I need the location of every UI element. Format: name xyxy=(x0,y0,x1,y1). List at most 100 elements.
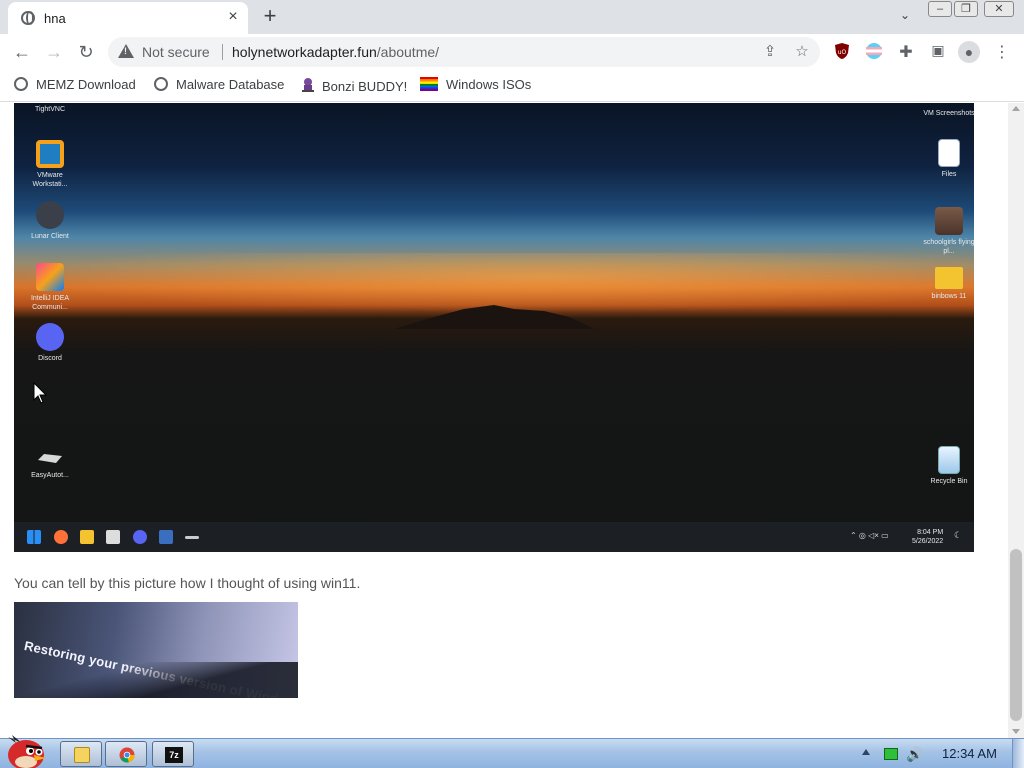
url-text[interactable]: holynetworkadapter.fun/aboutme/ xyxy=(232,44,439,60)
profile-avatar-icon[interactable]: ● xyxy=(958,41,980,63)
show-desktop-button[interactable] xyxy=(1012,739,1024,768)
back-button[interactable]: ← xyxy=(10,40,34,64)
win11-taskbar: ⌃ ◎ ◁× ▭ 8:04 PM 5/26/2022 ☾ xyxy=(14,522,974,552)
network-icon[interactable] xyxy=(884,748,898,760)
extensions-puzzle-icon[interactable]: ✚ xyxy=(896,42,916,62)
scroll-thumb[interactable] xyxy=(1010,549,1022,721)
taskbar-7zip-button[interactable]: 7z xyxy=(152,741,194,767)
page-caption: You can tell by this picture how I thoug… xyxy=(14,575,361,591)
bookmark-label: Windows ISOs xyxy=(446,77,532,92)
recycle-bin-icon xyxy=(938,446,960,474)
scroll-up-arrow[interactable] xyxy=(1012,106,1020,111)
url-path: /aboutme/ xyxy=(376,44,440,60)
globe-icon xyxy=(154,77,168,91)
minimize-button[interactable]: – xyxy=(928,1,952,17)
keyboard-icon xyxy=(185,536,199,539)
desktop-icon-easyautotune: EasyAutot... xyxy=(20,446,80,480)
desktop-icon-label: EasyAutot... xyxy=(31,472,69,479)
desktop-icon-label: Recycle Bin xyxy=(930,478,968,485)
desktop-icon-recycle-bin: Recycle Bin xyxy=(919,446,979,486)
desktop-icon-label: binbows 11 xyxy=(931,293,967,300)
address-bar[interactable]: Not secure holynetworkadapter.fun/aboutm… xyxy=(108,37,820,67)
firefox-icon xyxy=(54,530,68,544)
moon-icon: ☾ xyxy=(954,530,963,540)
tab-close-button[interactable]: × xyxy=(223,7,243,27)
chrome-icon xyxy=(119,747,135,763)
bookmark-label: Malware Database xyxy=(176,77,285,92)
tab-search-button[interactable]: ⌄ xyxy=(895,8,915,28)
bookmark-label: Bonzi BUDDY! xyxy=(322,79,408,94)
globe-icon xyxy=(21,11,35,25)
ublock-origin-icon[interactable]: uO xyxy=(832,42,852,62)
forward-button[interactable]: → xyxy=(42,40,66,64)
desktop-icon-binbows: binbows 11 xyxy=(919,263,979,301)
7zip-icon: 7z xyxy=(165,747,183,763)
angry-bird-start-icon[interactable] xyxy=(2,731,50,768)
restoring-windows-photo: Restoring your previous version of Windo… xyxy=(14,602,298,698)
share-icon[interactable]: ⇪ xyxy=(760,42,780,62)
desktop-icon-vm-screenshots: VM Screenshots xyxy=(919,109,979,118)
desktop-icon-label: Discord xyxy=(38,355,62,362)
os-taskbar: 7z 🔊 12:34 AM xyxy=(0,735,1024,768)
os-clock[interactable]: 12:34 AM xyxy=(942,746,997,761)
folder-icon xyxy=(935,267,963,289)
trans-flag-extension-icon[interactable] xyxy=(864,42,884,62)
windows-start-icon xyxy=(27,530,41,544)
scroll-down-arrow[interactable] xyxy=(1012,729,1020,734)
browser-toolbar: ← → ↻ Not secure holynetworkadapter.fun/… xyxy=(0,34,1024,70)
store-icon xyxy=(106,530,120,544)
desktop-icon-label: TightVNC xyxy=(34,106,66,113)
tray-expand-arrow[interactable] xyxy=(862,749,870,755)
document-icon xyxy=(938,139,960,167)
tab-hna[interactable]: hna × xyxy=(8,2,248,34)
page-content: TightVNC VMware Workstati... Lunar Clien… xyxy=(0,103,1008,738)
desktop-clock: 8:04 PM 5/26/2022 xyxy=(912,528,943,546)
menu-icon[interactable]: ⋮ xyxy=(992,42,1012,62)
app-icon xyxy=(159,530,173,544)
vmware-icon xyxy=(36,140,64,168)
system-tray-icons: ⌃ ◎ ◁× ▭ xyxy=(850,531,889,540)
image-thumbnail-icon xyxy=(935,207,963,235)
page-scrollbar[interactable] xyxy=(1008,103,1024,738)
side-panel-icon[interactable]: ▣ xyxy=(928,42,948,62)
desktop-icon-label: Files xyxy=(941,171,957,178)
mouse-cursor-icon xyxy=(33,382,47,404)
taskbar-chrome-button[interactable] xyxy=(105,741,147,767)
desktop-icon-label: Lunar Client xyxy=(31,233,69,240)
bookmark-windows-isos[interactable]: Windows ISOs xyxy=(420,77,531,95)
bookmark-bonzi-buddy[interactable]: Bonzi BUDDY! xyxy=(300,77,407,95)
desktop-icon-intellij: IntelliJ IDEA Communi... xyxy=(20,263,80,312)
not-secure-label[interactable]: Not secure xyxy=(142,44,210,60)
photo-shadow xyxy=(14,662,298,698)
bookmark-memz-download[interactable]: MEMZ Download xyxy=(14,77,136,95)
bookmark-label: MEMZ Download xyxy=(36,77,136,92)
bookmark-star-icon[interactable]: ☆ xyxy=(792,42,812,62)
desktop-icon-tightvnc: TightVNC xyxy=(20,105,80,114)
desktop-icon-discord: Discord xyxy=(20,323,80,363)
rainbow-flag-icon xyxy=(420,77,438,91)
discord-icon xyxy=(133,530,147,544)
bonzi-icon xyxy=(300,77,314,92)
reload-button[interactable]: ↻ xyxy=(74,40,98,64)
omnibox-divider xyxy=(222,44,223,60)
bookmarks-bar: MEMZ Download Malware Database Bonzi BUD… xyxy=(0,70,1024,102)
warning-icon[interactable] xyxy=(118,44,134,58)
intellij-icon xyxy=(36,263,64,291)
close-window-button[interactable]: ✕ xyxy=(984,1,1014,17)
desktop-icon-label: IntelliJ IDEA Communi... xyxy=(30,295,70,311)
volume-icon[interactable]: 🔊 xyxy=(906,745,924,763)
tab-title: hna xyxy=(44,11,66,26)
new-tab-button[interactable]: + xyxy=(258,5,282,29)
restore-button[interactable]: ❐ xyxy=(954,1,978,17)
desktop-icon-files: Files xyxy=(919,139,979,179)
desktop-icon-schoolgirls: schoolgirls flying pl... xyxy=(919,207,979,256)
taskbar-folder-button[interactable] xyxy=(60,741,102,767)
bookmark-malware-database[interactable]: Malware Database xyxy=(154,77,284,95)
clock-date: 5/26/2022 xyxy=(912,538,944,545)
tab-strip: hna × + ⌄ – ❐ ✕ xyxy=(0,0,1024,34)
url-host: holynetworkadapter.fun xyxy=(232,44,377,60)
desktop-icon-label: VM Screenshots xyxy=(923,110,975,117)
desktop-icon-vmware: VMware Workstati... xyxy=(20,140,80,189)
folder-icon xyxy=(74,747,90,763)
browser-window: hna × + ⌄ – ❐ ✕ ← → ↻ Not secure holynet… xyxy=(0,0,1024,768)
